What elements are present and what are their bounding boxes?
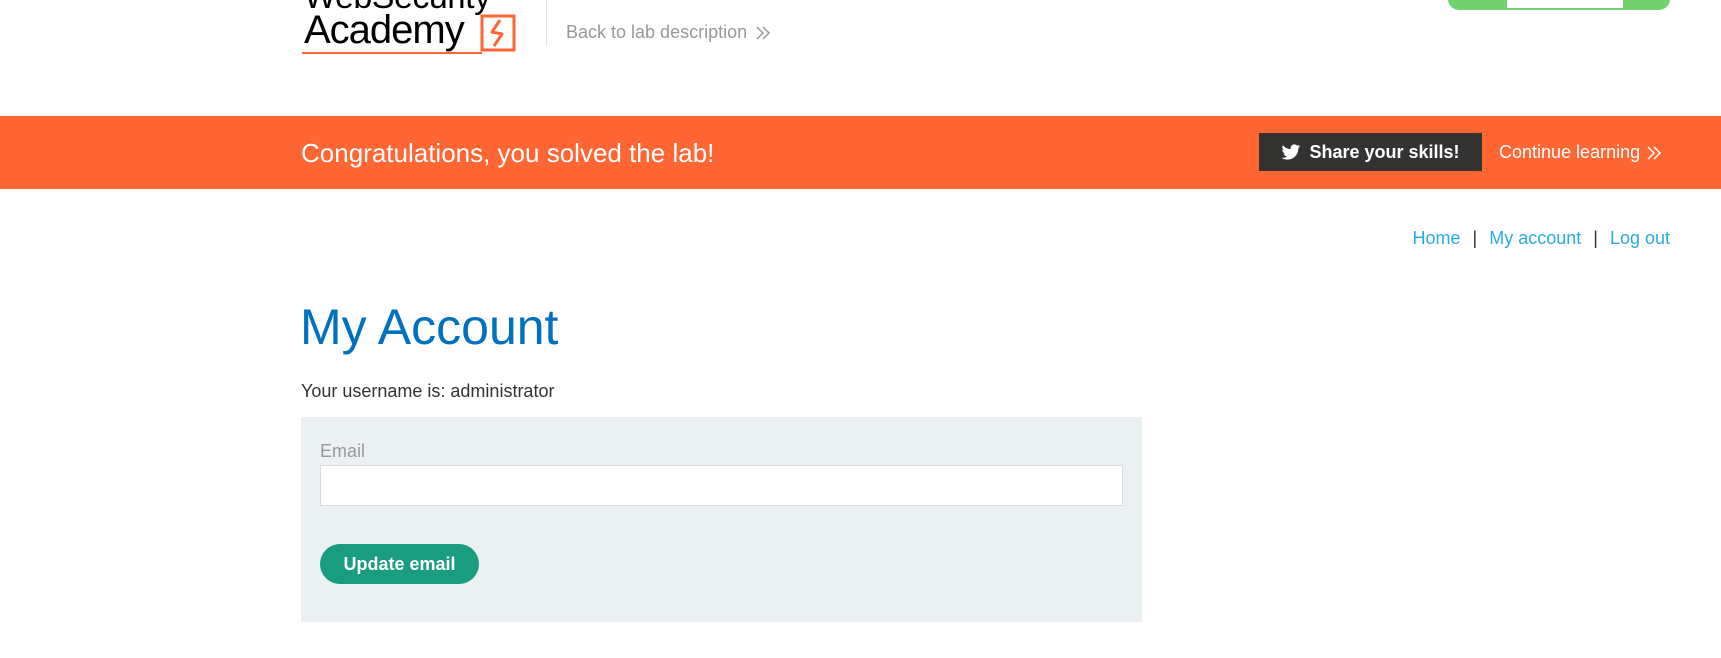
websecurity-academy-logo[interactable]: WebSecurity Academy	[300, 0, 540, 58]
continue-learning-label: Continue learning	[1499, 142, 1641, 162]
nav-home-link[interactable]: Home	[1413, 228, 1461, 249]
lab-status-widget	[1448, 0, 1670, 10]
site-header: WebSecurity Academy Back to lab descript…	[0, 0, 1721, 116]
lab-solved-banner: Congratulations, you solved the lab! Sha…	[0, 116, 1721, 189]
email-input[interactable]	[320, 465, 1123, 506]
page-title: My Account	[300, 299, 559, 355]
username-text: Your username is: administrator	[301, 381, 555, 401]
back-link-label: Back to lab description	[566, 22, 748, 42]
nav-my-account-link[interactable]: My account	[1489, 228, 1581, 249]
double-chevron-right-icon	[1647, 145, 1662, 160]
share-your-skills-button[interactable]: Share your skills!	[1259, 133, 1482, 171]
logo-underline	[302, 52, 482, 54]
logo-mark-icon	[480, 14, 516, 52]
header-divider	[546, 0, 547, 46]
change-email-form: Email Update email	[301, 417, 1142, 622]
banner-message: Congratulations, you solved the lab!	[301, 138, 715, 168]
nav-separator: |	[1593, 228, 1598, 248]
double-chevron-right-icon	[756, 25, 771, 40]
twitter-icon	[1281, 143, 1301, 160]
update-email-button[interactable]: Update email	[320, 544, 479, 584]
nav-separator: |	[1472, 228, 1478, 248]
logo-text-bottom: Academy	[304, 8, 465, 52]
back-to-lab-description-link[interactable]: Back to lab description	[566, 22, 771, 43]
continue-learning-link[interactable]: Continue learning	[1499, 142, 1662, 163]
email-label: Email	[320, 441, 366, 461]
lab-status-field	[1506, 0, 1624, 9]
account-nav: Home | My account | Log out	[1413, 228, 1671, 249]
share-button-label: Share your skills!	[1309, 141, 1460, 162]
nav-log-out-link[interactable]: Log out	[1610, 228, 1670, 249]
